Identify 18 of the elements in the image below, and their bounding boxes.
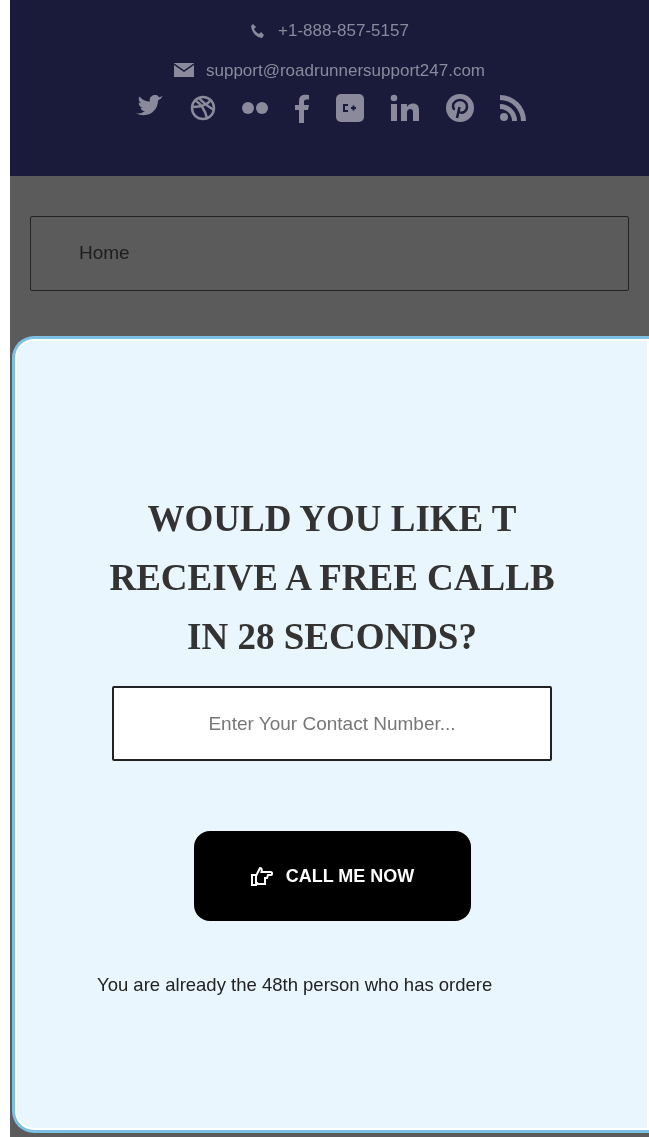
facebook-icon[interactable] <box>293 93 310 123</box>
popup-heading-line: IN 28 SECONDS? <box>187 615 477 659</box>
phone-icon <box>250 22 267 39</box>
call-me-now-button[interactable]: CALL ME NOW <box>193 831 471 921</box>
dribbble-ball-icon[interactable] <box>189 95 216 121</box>
two-dots-icon[interactable] <box>241 101 268 115</box>
popup-heading-line: RECEIVE A FREE CALLB <box>109 556 555 600</box>
thumbs-up-icon <box>249 866 274 886</box>
email-address[interactable]: support@roadrunnersupport247.com <box>206 57 485 83</box>
pinterest-icon[interactable] <box>445 94 474 122</box>
rss-icon[interactable] <box>499 95 526 121</box>
popup-heading-line: WOULD YOU LIKE T <box>147 497 517 541</box>
linkedin-icon[interactable] <box>389 94 420 122</box>
order-count-note: You are already the 48th person who has ordere <box>97 973 493 997</box>
envelope-icon <box>174 63 194 78</box>
google-plus-icon[interactable] <box>335 94 364 122</box>
phone-number[interactable]: +1-888-857-5157 <box>278 18 409 44</box>
phone-input-field[interactable]: Enter Your Contact Number... <box>112 686 552 761</box>
